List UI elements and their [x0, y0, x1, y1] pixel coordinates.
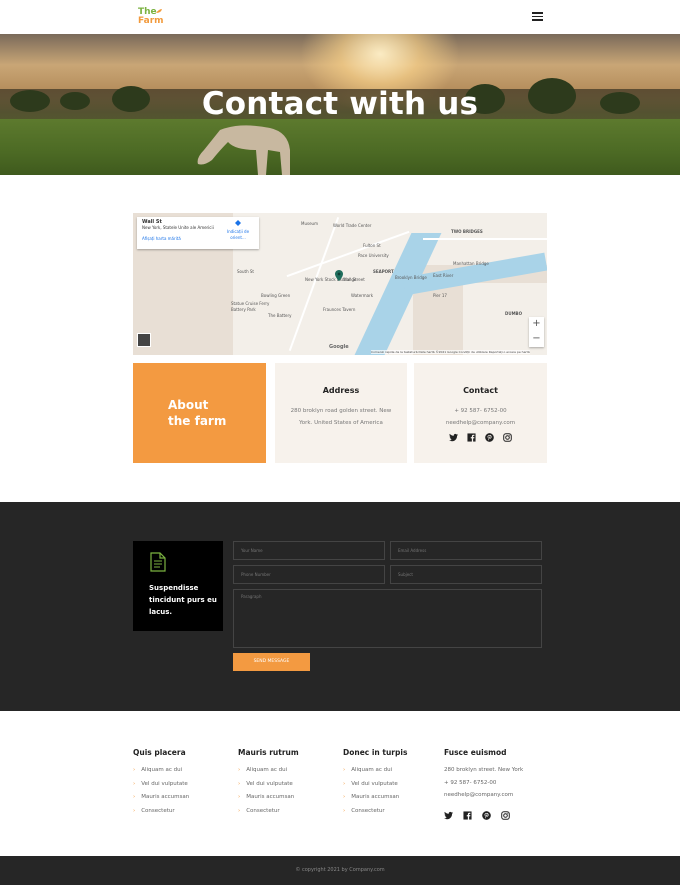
horse-image — [197, 125, 290, 175]
map-pin-icon[interactable] — [335, 270, 343, 281]
about-farm-title: About the farm — [168, 398, 227, 428]
email-input[interactable] — [390, 541, 542, 560]
footer-heading: Mauris rutrum — [238, 748, 299, 757]
google-map[interactable]: Museum World Trade Center Fulton St Pace… — [133, 213, 547, 355]
footer-column-4: Fusce euismod 280 broklyn street. New Yo… — [444, 748, 523, 820]
menu-icon[interactable] — [532, 12, 543, 21]
map-label: Fraunces Tavern — [323, 307, 356, 312]
logo[interactable]: The Farm — [138, 8, 166, 26]
footer-social-links — [444, 810, 523, 820]
pinterest-icon[interactable] — [485, 433, 494, 442]
map-label: Statue Cruise Ferry — [231, 301, 270, 306]
footer-link[interactable]: › Mauris accumsan — [343, 794, 407, 808]
facebook-icon[interactable] — [467, 433, 476, 442]
footer-column-3: Donec in turpis › Aliquam ac dui › Vel dui… — [343, 748, 407, 821]
footer-column-2: Mauris rutrum › Aliquam ac dui › Vel dui v… — [238, 748, 299, 821]
about-farm-box[interactable]: About the farm — [133, 363, 266, 463]
contact-form-section: Suspendisse tincidunt purs eu lacus. SEN… — [0, 502, 680, 711]
map-label: The Battery — [268, 313, 292, 318]
contact-phone: + 92 587- 6752-00 — [454, 408, 507, 414]
instagram-icon[interactable] — [503, 433, 512, 442]
map-label: World Trade Center — [333, 223, 372, 228]
form-info-card: Suspendisse tincidunt purs eu lacus. — [133, 541, 223, 631]
social-links — [414, 433, 547, 442]
hero-banner: Contact with us — [0, 34, 680, 175]
address-text: 280 broklyn road golden street. New York… — [290, 408, 392, 426]
address-box: Address 280 broklyn road golden street. … — [275, 363, 407, 463]
subject-input[interactable] — [390, 565, 542, 584]
map-label: Watermark — [351, 293, 374, 298]
map-label: Pace University — [358, 253, 389, 258]
footer-link[interactable]: › Aliquam ac dui — [238, 767, 299, 781]
facebook-icon[interactable] — [463, 810, 472, 820]
map-label: Bowling Green — [261, 293, 291, 298]
footer-heading: Donec in turpis — [343, 748, 408, 757]
map-label: TWO BRIDGES — [451, 229, 483, 234]
footer-link[interactable]: › Vel dui vulputate — [238, 781, 299, 795]
map-label: SEAPORT — [373, 269, 394, 274]
address-heading: Address — [322, 386, 360, 395]
map-label: South St — [237, 269, 255, 274]
map-label: East River — [433, 273, 454, 278]
zoom-in-button[interactable]: + — [529, 317, 544, 332]
google-logo: Google — [329, 344, 349, 350]
footer-heading: Quis placera — [133, 748, 186, 757]
twitter-icon[interactable] — [444, 811, 453, 820]
map-label: Battery Park — [231, 307, 256, 312]
phone-input[interactable] — [233, 565, 385, 584]
map-directions-link[interactable]: Indicații de orient... — [223, 220, 253, 241]
satellite-toggle[interactable] — [137, 333, 151, 347]
contact-heading: Contact — [463, 386, 498, 395]
footer-link[interactable]: › Aliquam ac dui — [133, 767, 189, 781]
footer-phone: + 92 587- 6752-00 — [444, 779, 497, 786]
page-title: Contact with us — [201, 86, 479, 122]
map-attribution[interactable]: Comenzi rapide de la tastatură Date hart… — [371, 350, 530, 354]
footer-email[interactable]: needhelp@company.com — [444, 792, 523, 805]
name-input[interactable] — [233, 541, 385, 560]
map-label: Brooklyn Bridge — [395, 275, 427, 280]
map-label: New York Stock Exchange — [305, 277, 357, 282]
directions-icon — [235, 220, 241, 226]
map-label: Museum — [301, 221, 318, 226]
footer-link[interactable]: › Mauris accumsan — [238, 794, 299, 808]
form-card-text: Suspendisse tincidunt purs eu lacus. — [149, 584, 217, 616]
footer-link[interactable]: › Vel dui vulputate — [343, 781, 407, 795]
message-textarea[interactable] — [233, 589, 542, 648]
footer-link[interactable]: › Consectetur — [343, 808, 407, 822]
pinterest-icon[interactable] — [482, 810, 491, 820]
instagram-icon[interactable] — [501, 810, 510, 820]
map-label: Manhattan Bridge — [453, 261, 489, 266]
footer-link[interactable]: › Mauris accumsan — [133, 794, 189, 808]
copyright-bar: © copyright 2021 by Company.com — [0, 856, 680, 885]
leaf-icon — [156, 9, 162, 13]
document-icon — [150, 552, 166, 572]
zoom-out-button[interactable]: − — [529, 332, 544, 347]
footer-link[interactable]: › Aliquam ac dui — [343, 767, 407, 781]
site-header: The Farm — [0, 0, 680, 34]
contact-email[interactable]: needhelp@company.com — [428, 417, 533, 429]
logo-line2: Farm — [138, 16, 164, 26]
send-message-button[interactable]: SEND MESSAGE — [233, 653, 310, 671]
map-label: Fulton St — [363, 243, 381, 248]
footer-heading: Fusce euismod — [444, 748, 507, 757]
map-label: DUMBO — [505, 311, 522, 316]
contact-box: Contact + 92 587- 6752-00 needhelp@compa… — [414, 363, 547, 463]
twitter-icon[interactable] — [449, 433, 458, 442]
footer-address: 280 broklyn street. New York — [444, 767, 524, 773]
footer-link[interactable]: › Vel dui vulputate — [133, 781, 189, 795]
map-info-card: Wall St New York, Statele Unite ale Amer… — [137, 217, 259, 249]
map-label: Pier 17 — [433, 293, 447, 298]
map-zoom-controls: + − — [529, 317, 544, 347]
footer-link[interactable]: › Consectetur — [133, 808, 189, 822]
footer-link[interactable]: › Consectetur — [238, 808, 299, 822]
footer-column-1: Quis placera › Aliquam ac dui › Vel dui vu… — [133, 748, 189, 821]
